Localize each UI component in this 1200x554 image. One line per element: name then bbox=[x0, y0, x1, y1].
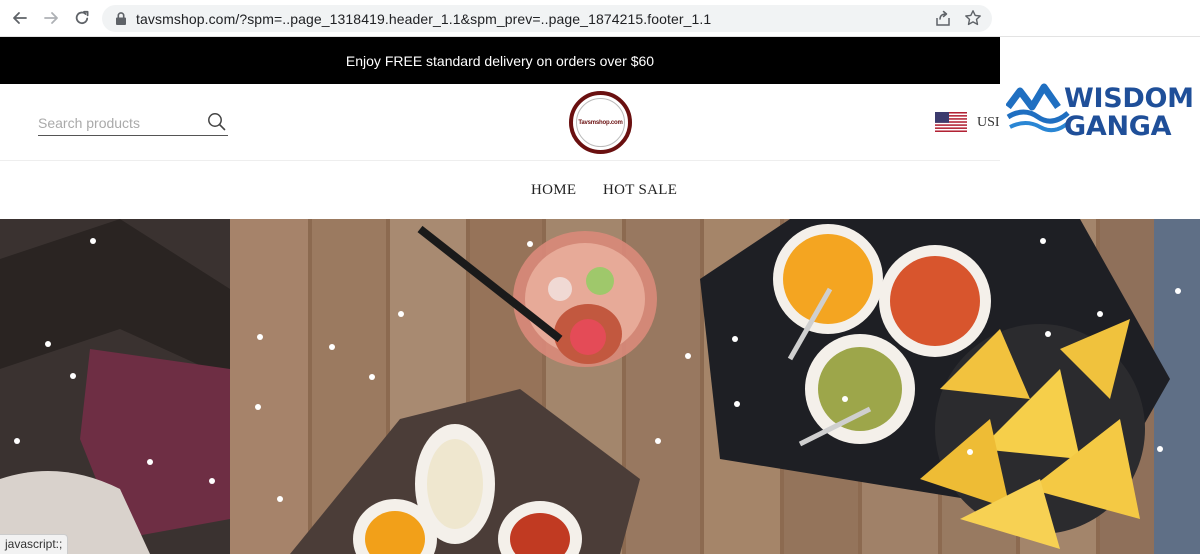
browser-toolbar: tavsmshop.com/?spm=..page_1318419.header… bbox=[0, 0, 1200, 37]
bookmark-star-icon[interactable] bbox=[964, 9, 982, 27]
share-icon[interactable] bbox=[934, 10, 952, 28]
main-menu: HOME HOT SALE bbox=[0, 161, 1000, 219]
reload-icon[interactable] bbox=[72, 8, 92, 28]
search-placeholder: Search products bbox=[38, 115, 140, 131]
currency-selector[interactable]: USI bbox=[977, 115, 1000, 131]
search-input[interactable]: Search products bbox=[38, 112, 228, 136]
site-logo[interactable]: Tavsmshop.com bbox=[569, 91, 632, 154]
address-bar[interactable]: tavsmshop.com/?spm=..page_1318419.header… bbox=[102, 5, 992, 32]
hero-banner-image[interactable] bbox=[0, 219, 1200, 554]
status-bar: javascript:; bbox=[0, 534, 69, 554]
us-flag-icon[interactable] bbox=[935, 112, 967, 132]
wisdom-ganga-logo-icon bbox=[1006, 83, 1070, 133]
web-page: Enjoy FREE standard delivery on orders o… bbox=[0, 37, 1200, 554]
logo-inner-ring: Tavsmshop.com bbox=[576, 98, 625, 147]
logo-text: Tavsmshop.com bbox=[578, 119, 623, 126]
menu-item-hot-sale[interactable]: HOT SALE bbox=[603, 182, 677, 199]
site-header: Search products Tavsmshop.com USI bbox=[0, 84, 1000, 161]
menu-item-home[interactable]: HOME bbox=[531, 182, 576, 199]
lock-icon[interactable] bbox=[114, 11, 128, 26]
search-icon[interactable] bbox=[207, 112, 226, 131]
watermark-line1: WISDOM bbox=[1064, 83, 1194, 114]
promo-banner: Enjoy FREE standard delivery on orders o… bbox=[0, 37, 1000, 84]
url-text[interactable]: tavsmshop.com/?spm=..page_1318419.header… bbox=[136, 11, 711, 27]
forward-arrow-icon[interactable] bbox=[41, 8, 61, 28]
watermark-line2: GANGA bbox=[1064, 111, 1172, 142]
wisdom-ganga-watermark: WISDOM GANGA bbox=[1000, 37, 1200, 219]
promo-text: Enjoy FREE standard delivery on orders o… bbox=[345, 52, 655, 69]
back-arrow-icon[interactable] bbox=[10, 8, 30, 28]
